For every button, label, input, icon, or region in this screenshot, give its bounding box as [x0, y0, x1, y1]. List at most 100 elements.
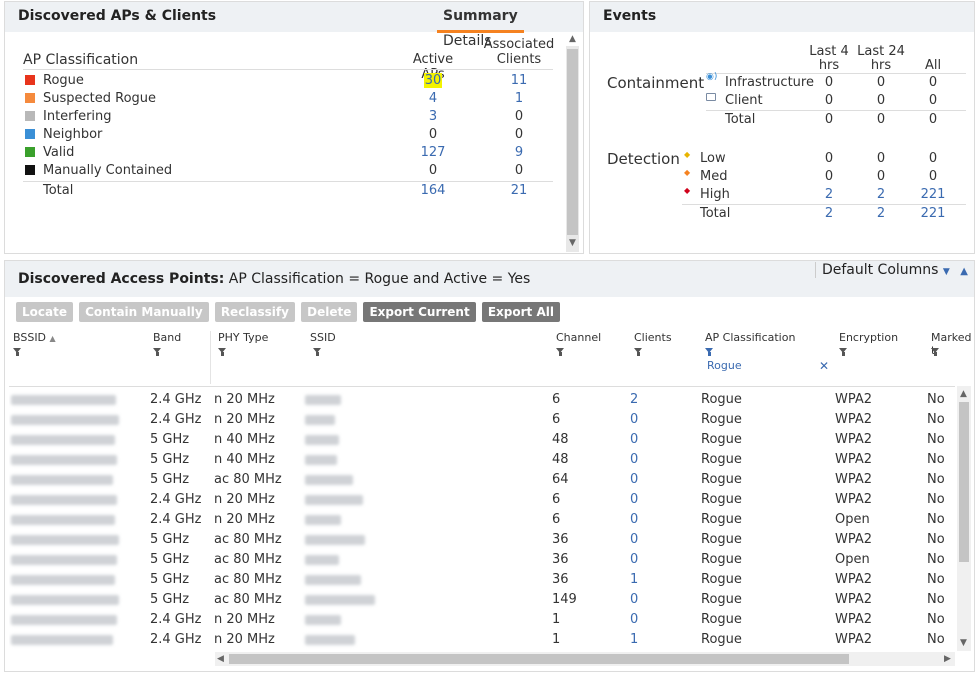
table-row[interactable]: 5 GHz ac 80 MHz 149 0 Rogue WPA2 No: [9, 590, 955, 610]
table-row[interactable]: 2.4 GHz n 20 MHz 6 0 Rogue WPA2 No: [9, 410, 955, 430]
clients-cell[interactable]: 0: [630, 432, 638, 447]
detection-total-last24-link[interactable]: 2: [850, 206, 912, 221]
active-count: 0: [428, 127, 438, 142]
clients-cell[interactable]: 0: [630, 492, 638, 507]
default-columns-dropdown[interactable]: Default Columns ▼ ▲: [814, 262, 968, 278]
bssid-filter-icon[interactable]: [13, 348, 22, 356]
clear-filter-close-icon[interactable]: ✕: [819, 359, 829, 373]
containment-total-all: 0: [928, 112, 938, 127]
row-label: Manually Contained: [43, 163, 173, 178]
channel-cell: 149: [552, 592, 577, 607]
column-header-ap-classification[interactable]: AP Classification: [705, 331, 795, 344]
clients-cell[interactable]: 0: [630, 592, 638, 607]
detection-total-last4-link[interactable]: 2: [802, 206, 856, 221]
detection-total-all-link[interactable]: 221: [912, 206, 954, 221]
active-count-link[interactable]: 30: [405, 73, 461, 88]
assoc-count-link[interactable]: 21: [491, 183, 547, 198]
clients-cell[interactable]: 0: [630, 552, 638, 567]
band-cell: 5 GHz: [150, 552, 190, 567]
phy-filter-icon[interactable]: [218, 348, 227, 356]
assoc-count-link[interactable]: 9: [491, 145, 547, 160]
column-header-phy-type[interactable]: PHY Type: [218, 331, 268, 344]
scroll-up-arrow-icon[interactable]: ▲: [569, 34, 576, 44]
tab-summary[interactable]: Summary: [437, 8, 524, 33]
contain-manually-button[interactable]: Contain Manually: [79, 302, 209, 322]
column-separator: [210, 331, 211, 384]
table-row[interactable]: 5 GHz ac 80 MHz 36 0 Rogue Open No: [9, 550, 955, 570]
table-row[interactable]: 2.4 GHz n 20 MHz 1 1 Rogue WPA2 No: [9, 630, 955, 649]
export-all-button[interactable]: Export All: [481, 302, 560, 322]
assoc-count-link[interactable]: 11: [491, 73, 547, 88]
band-cell: 5 GHz: [150, 532, 190, 547]
clients-cell[interactable]: 0: [630, 412, 638, 427]
encryption-cell: WPA2: [835, 632, 873, 647]
table-scroll-right-icon[interactable]: ▶: [944, 654, 951, 664]
low-last4: 0: [824, 151, 834, 166]
summary-scrollbar[interactable]: [566, 46, 579, 252]
column-header-band[interactable]: Band: [153, 331, 181, 344]
last-24-hrs-header-2: hrs: [870, 58, 892, 73]
assoc-count-link[interactable]: 1: [491, 91, 547, 106]
table-row[interactable]: 5 GHz n 40 MHz 48 0 Rogue WPA2 No: [9, 430, 955, 450]
table-horizontal-scroll-thumb[interactable]: [229, 654, 849, 664]
active-count-link[interactable]: 4: [405, 91, 461, 106]
table-scroll-up-icon[interactable]: ▲: [960, 389, 967, 399]
encryption-filter-icon[interactable]: [839, 348, 848, 356]
locate-button[interactable]: Locate: [16, 302, 73, 322]
collapse-chevron-up-icon[interactable]: ▲: [960, 266, 968, 277]
classification-cell: Rogue: [701, 592, 742, 607]
column-header-bssid[interactable]: BSSID ▲: [13, 331, 56, 344]
active-count-link[interactable]: 164: [405, 183, 461, 198]
column-header-ssid[interactable]: SSID: [310, 331, 336, 344]
marked-filter-icon[interactable]: [931, 348, 940, 356]
reclassify-button[interactable]: Reclassify: [214, 302, 295, 322]
clients-filter-icon[interactable]: [634, 348, 643, 356]
table-scroll-left-icon[interactable]: ◀: [217, 654, 224, 664]
column-header-encryption[interactable]: Encryption: [839, 331, 898, 344]
delete-button[interactable]: Delete: [301, 302, 358, 322]
ssid-redacted: [305, 555, 339, 565]
clients-cell[interactable]: 0: [630, 532, 638, 547]
table-row[interactable]: 5 GHz ac 80 MHz 36 1 Rogue WPA2 No: [9, 570, 955, 590]
row-label: Neighbor: [43, 127, 103, 142]
clients-cell[interactable]: 0: [630, 452, 638, 467]
classification-filter-icon[interactable]: [705, 348, 714, 356]
clients-cell[interactable]: 0: [630, 512, 638, 527]
table-row[interactable]: 2.4 GHz n 20 MHz 6 2 Rogue WPA2 No: [9, 390, 955, 410]
table-row[interactable]: 5 GHz ac 80 MHz 64 0 Rogue WPA2 No: [9, 470, 955, 490]
column-header-clients[interactable]: Clients: [634, 331, 672, 344]
column-header-channel[interactable]: Channel: [556, 331, 601, 344]
table-horizontal-scrollbar[interactable]: [215, 652, 955, 666]
clients-cell[interactable]: 0: [630, 612, 638, 627]
clients-cell[interactable]: 1: [630, 572, 638, 587]
encryption-cell: WPA2: [835, 472, 873, 487]
band-filter-icon[interactable]: [153, 348, 162, 356]
bssid-redacted: [11, 475, 113, 485]
band-cell: 2.4 GHz: [150, 612, 202, 627]
high-all-link[interactable]: 221: [912, 187, 954, 202]
table-row[interactable]: 5 GHz ac 80 MHz 36 0 Rogue WPA2 No: [9, 530, 955, 550]
client-last4: 0: [824, 93, 834, 108]
ssid-filter-icon[interactable]: [313, 348, 322, 356]
clients-cell[interactable]: 2: [630, 392, 638, 407]
high-last24-link[interactable]: 2: [850, 187, 912, 202]
table-row[interactable]: 5 GHz n 40 MHz 48 0 Rogue WPA2 No: [9, 450, 955, 470]
table-row[interactable]: 2.4 GHz n 20 MHz 6 0 Rogue Open No: [9, 510, 955, 530]
channel-cell: 36: [552, 552, 569, 567]
events-panel-header: Events: [590, 2, 974, 32]
summary-scroll-thumb[interactable]: [567, 49, 578, 235]
active-count-link[interactable]: 3: [405, 109, 461, 124]
table-row[interactable]: 2.4 GHz n 20 MHz 1 0 Rogue WPA2 No: [9, 610, 955, 630]
high-last4-link[interactable]: 2: [802, 187, 856, 202]
clients-cell[interactable]: 0: [630, 472, 638, 487]
active-count-link[interactable]: 127: [405, 145, 461, 160]
table-scroll-down-icon[interactable]: ▼: [960, 638, 967, 648]
table-vertical-scrollbar[interactable]: [957, 386, 971, 651]
infrastructure-last24: 0: [876, 75, 886, 90]
clients-cell[interactable]: 1: [630, 632, 638, 647]
table-row[interactable]: 2.4 GHz n 20 MHz 6 0 Rogue WPA2 No: [9, 490, 955, 510]
channel-filter-icon[interactable]: [556, 348, 565, 356]
export-current-button[interactable]: Export Current: [363, 302, 476, 322]
table-vertical-scroll-thumb[interactable]: [959, 402, 969, 562]
scroll-down-arrow-icon[interactable]: ▼: [569, 238, 576, 248]
